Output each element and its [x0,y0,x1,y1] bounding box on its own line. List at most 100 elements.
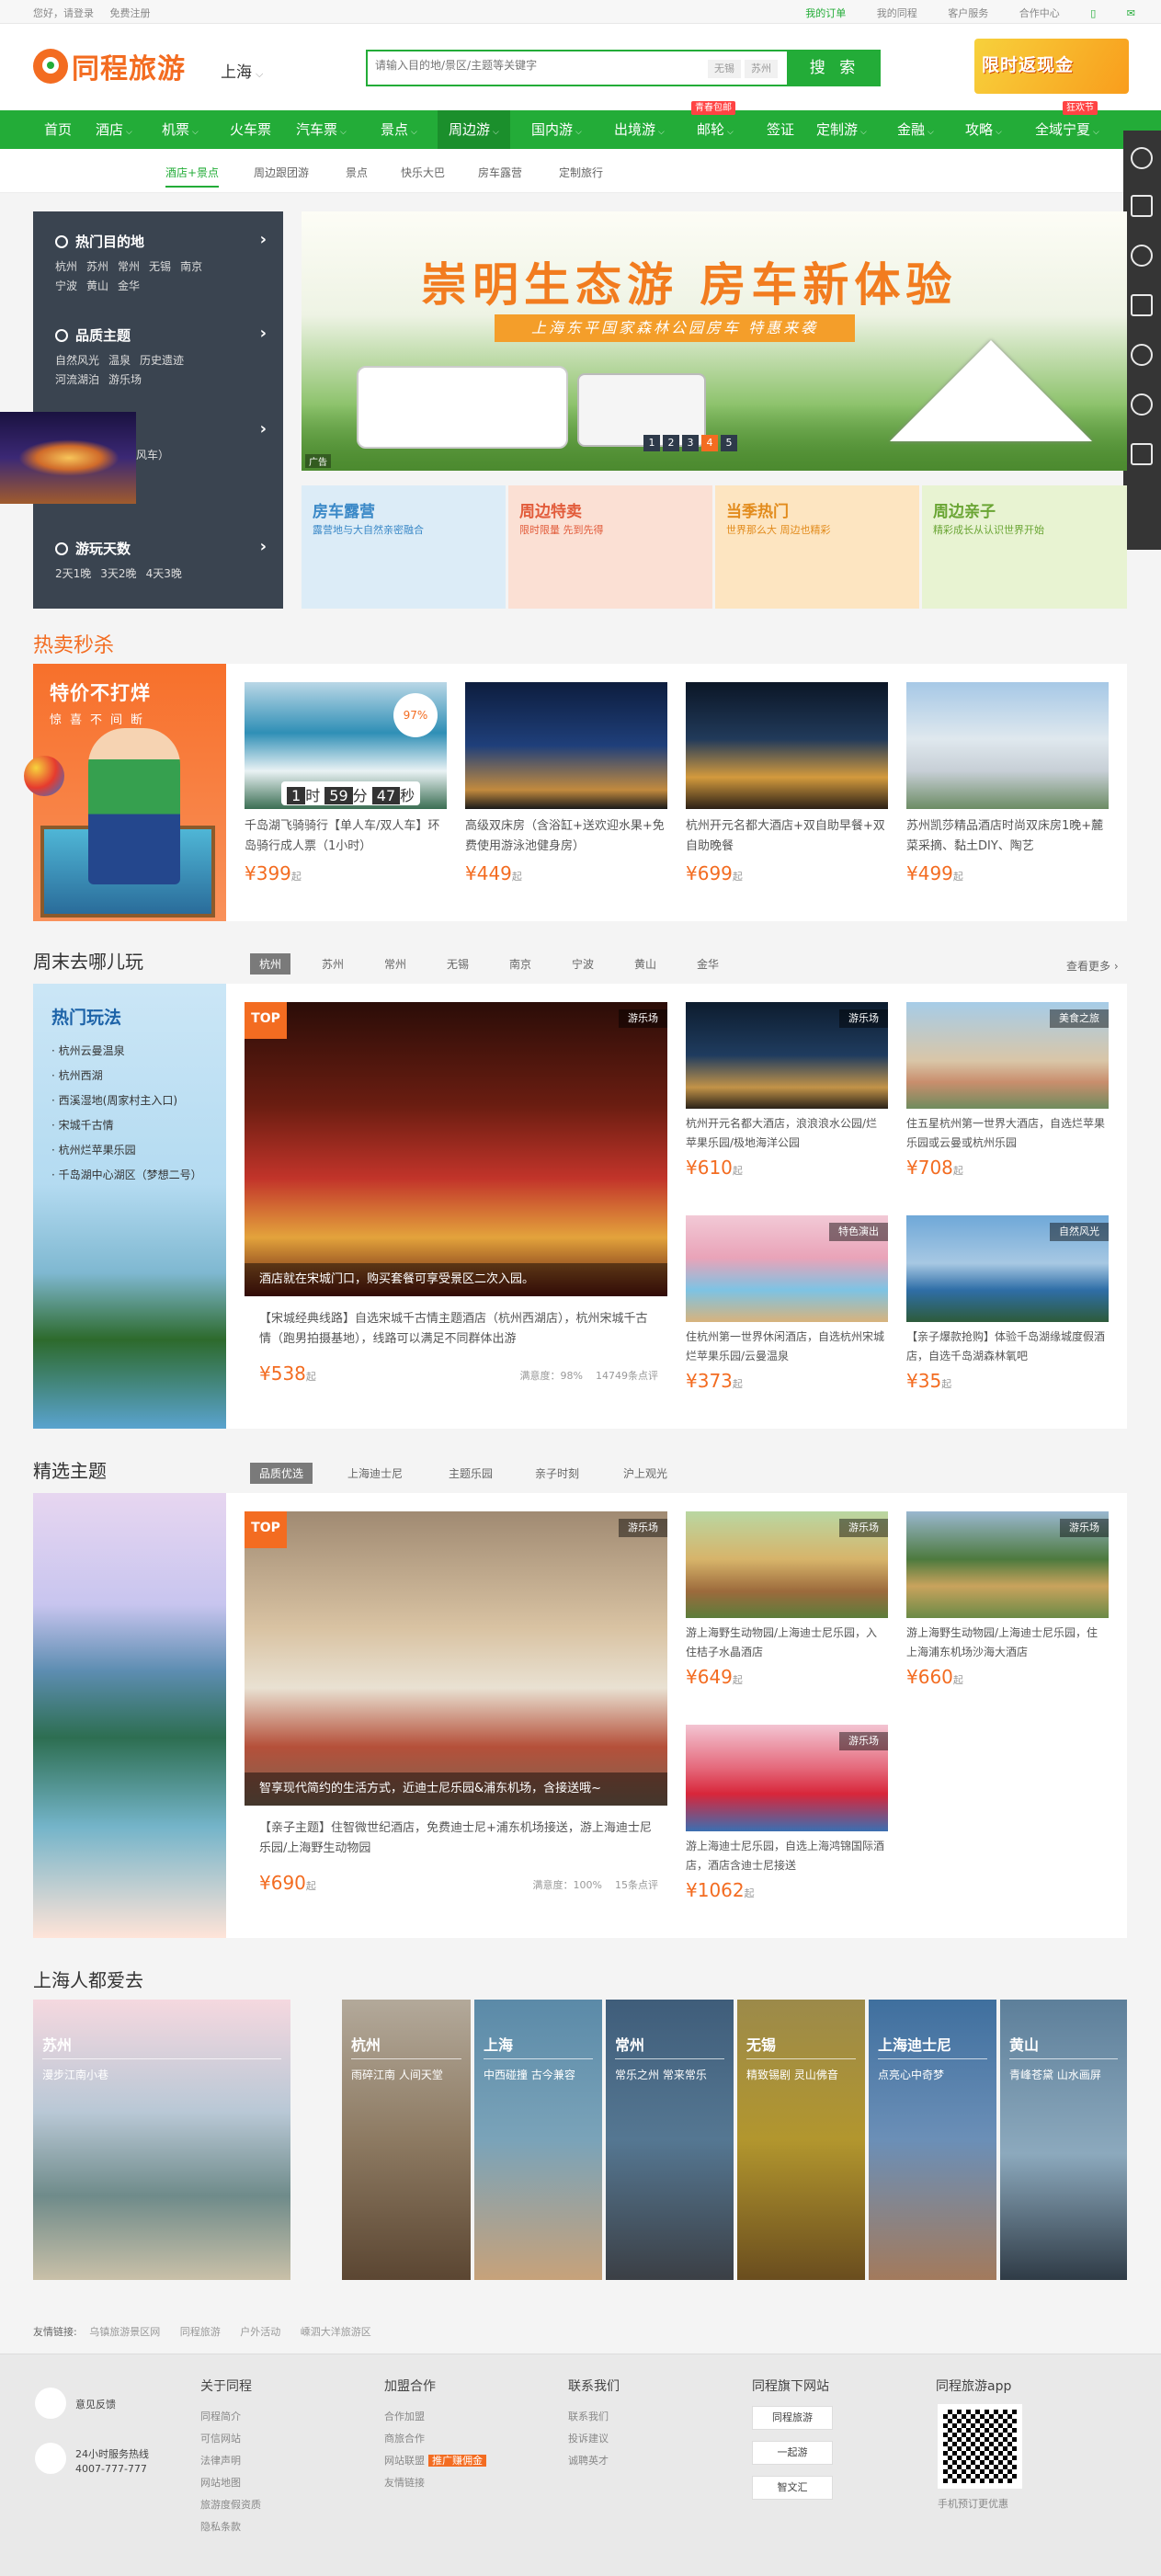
tab-changzhou[interactable]: 常州 [384,956,406,972]
list-item[interactable]: · 千岛湖中心湖区（梦想二号） [51,1167,202,1182]
nav-attractions[interactable]: 景点 ⌵ [381,110,417,149]
subnav-rv-camping[interactable]: 房车露营 [478,165,522,180]
feedback-link[interactable]: 意见反馈 [75,2397,116,2411]
nav-hotel[interactable]: 酒店 ⌵ [96,110,132,149]
tab-disney[interactable]: 上海迪士尼 [347,1465,403,1481]
list-item[interactable]: · 西溪湿地(周家村主入口) [51,1092,202,1108]
city-card-disney[interactable]: 上海迪士尼 点亮心中奇梦 [869,2000,996,2280]
category-hot-destinations[interactable]: 热门目的地 杭州苏州常州无锡南京宁波黄山金华 [55,230,267,297]
banner-page-dot[interactable]: 1 [643,435,660,451]
product-name[interactable]: 住五星杭州第一世界大酒店，自选烂苹果乐园或云曼或杭州乐园 [906,1114,1109,1153]
category-link[interactable]: 2天1晚 [55,565,91,581]
brand-logo-zhiwenhui[interactable]: 智文汇 [752,2476,833,2500]
tab-hangzhou[interactable]: 杭州 [250,953,291,975]
product-name[interactable]: 【亲子主题】住智微世纪酒店，免费迪士尼+浦东机场接送，游上海迪士尼乐园/上海野生… [245,1818,667,1859]
footer-link[interactable]: 同程简介 [200,2406,261,2428]
category-link[interactable]: 温泉 [108,352,131,368]
partner-center-link[interactable]: 合作中心 [1019,7,1060,19]
tab-suzhou[interactable]: 苏州 [322,956,344,972]
product-name[interactable]: 住杭州第一世界休闲酒店，自选杭州宋城烂苹果乐园/云曼温泉 [686,1328,888,1366]
subnav-happy-bus[interactable]: 快乐大巴 [401,165,445,180]
product-card[interactable]: 杭州开元名都大酒店+双自助早餐+双自助晚餐 ¥699起 [686,682,888,884]
nav-custom[interactable]: 定制游 ⌵ [816,110,867,149]
tab-ningbo[interactable]: 宁波 [572,956,594,972]
tab-quality[interactable]: 品质优选 [250,1463,313,1484]
product-card[interactable]: 游乐场 游上海野生动物园/上海迪士尼乐园，入住桔子水晶酒店 ¥649起 [686,1511,888,1688]
hot-sale-promo[interactable]: 特价不打烊 惊喜不间断 [24,664,226,921]
review-count[interactable]: 15条点评 [615,1879,658,1891]
category-link[interactable]: 宁波 [55,278,77,293]
category-days[interactable]: 游玩天数 2天1晚 3天2晚 4天3晚 [55,537,267,585]
footer-link[interactable]: 合作加盟 [384,2406,486,2428]
nav-finance[interactable]: 金融 ⌵ [897,110,934,149]
category-link[interactable]: 苏州 [86,258,108,274]
banner-page-dot[interactable]: 3 [682,435,699,451]
nav-nearby[interactable]: 周边游 ⌵ [438,110,510,149]
banner-page-dot[interactable]: 4 [701,435,718,451]
banner-page-dot[interactable]: 2 [663,435,679,451]
tab-huangshan[interactable]: 黄山 [634,956,656,972]
tab-wuxi[interactable]: 无锡 [447,956,469,972]
product-name[interactable]: 【宋城经典线路】自选宋城千古情主题酒店（杭州西湖店），杭州宋城千古情（跑男拍摄基… [245,1309,667,1350]
customer-service-link[interactable]: 客户服务 [948,7,988,19]
list-item[interactable]: · 杭州西湖 [51,1067,202,1083]
footer-link[interactable]: 联系我们 [568,2406,620,2428]
search-tag[interactable]: 苏州 [745,60,778,78]
product-name[interactable]: 游上海野生动物园/上海迪士尼乐园，住上海浦东机场沙海大酒店 [906,1624,1109,1662]
banner-page-dot[interactable]: 5 [721,435,737,451]
star-icon[interactable] [1131,195,1153,217]
product-card[interactable]: 苏州凯莎精品酒店时尚双床房1晚+麓菜采摘、黏土DIY、陶艺 ¥499起 [906,682,1109,884]
category-link[interactable]: 4天3晚 [146,565,182,581]
nav-ningxia[interactable]: 狂欢节 全域宁夏 ⌵ [1035,101,1099,149]
logo[interactable]: 同程旅游 [33,46,186,86]
city-card-wuxi[interactable]: 无锡 精致锡剧 灵山佛音 [737,2000,865,2280]
product-name[interactable]: 高级双床房（含浴缸+送欢迎水果+免费使用游泳池健身房） [465,816,667,857]
subnav-custom-travel[interactable]: 定制旅行 [559,165,603,180]
nav-train[interactable]: 火车票 [230,110,271,149]
nav-cruise[interactable]: 青春包邮 邮轮 ⌵ [691,101,735,149]
category-link[interactable]: 黄山 [86,278,108,293]
list-item[interactable]: · 杭州云曼温泉 [51,1043,202,1058]
list-item[interactable]: · 宋城千古情 [51,1117,202,1133]
product-name[interactable]: 苏州凯莎精品酒店时尚双床房1晚+麓菜采摘、黏土DIY、陶艺 [906,816,1109,857]
mini-banner-rv[interactable]: 房车露营 露营地与大自然亲密融合 [302,485,506,609]
mini-banner-sale[interactable]: 周边特卖 限时限量 先到先得 [508,485,712,609]
category-link[interactable]: 南京 [180,258,202,274]
my-trips-link[interactable]: 我的同程 [877,7,917,19]
product-name[interactable]: 千岛湖飞骑骑行【单人车/双人车】环岛骑行成人票（1小时） [245,816,447,857]
nav-bus[interactable]: 汽车票 ⌵ [296,110,347,149]
footer-link[interactable]: 投诉建议 [568,2428,620,2450]
category-link[interactable]: 自然风光 [55,352,99,368]
wechat-icon[interactable]: ✉ [1127,7,1135,19]
category-link[interactable]: 游乐场 [108,371,142,387]
product-card[interactable]: 游乐场 游上海野生动物园/上海迪士尼乐园，住上海浦东机场沙海大酒店 ¥660起 [906,1511,1109,1688]
subnav-group-tour[interactable]: 周边跟团游 [254,165,309,180]
tab-nanjing[interactable]: 南京 [509,956,531,972]
mini-banner-season[interactable]: 当季热门 世界那么大 周边也精彩 [715,485,919,609]
product-name[interactable]: 杭州开元名都大酒店，浪浪浪水公园/烂苹果乐园/极地海洋公园 [686,1114,888,1153]
tab-jinhua[interactable]: 金华 [697,956,719,972]
nav-domestic[interactable]: 国内游 ⌵ [531,110,582,149]
my-orders-link[interactable]: 我的订单 [805,7,846,19]
category-link[interactable]: 3天2晚 [100,565,136,581]
list-item[interactable]: · 杭州烂苹果乐园 [51,1142,202,1157]
product-card[interactable]: 游乐场 游上海迪士尼乐园，自选上海鸿锦国际酒店，酒店含迪士尼接送 ¥1062起 [686,1725,888,1901]
nav-guides[interactable]: 攻略 ⌵ [965,110,1002,149]
product-card[interactable]: 97% 1时 59 分 47 秒 千岛湖飞骑骑行【单人车/双人车】环岛骑行成人票（1… [245,682,447,884]
view-more-link[interactable]: 查看更多 › [1066,958,1119,974]
product-card[interactable]: 游乐场 杭州开元名都大酒店，浪浪浪水公园/烂苹果乐园/极地海洋公园 ¥610起 [686,1002,888,1179]
product-card[interactable]: 自然风光 【亲子爆款抢购】体验千岛湖缘城度假酒店，自选千岛湖森林氧吧 ¥35起 [906,1215,1109,1392]
footer-link[interactable]: 诚聘英才 [568,2450,620,2472]
friend-link[interactable]: 同程旅游 [180,2326,221,2338]
footer-link[interactable]: 友情链接 [384,2472,486,2494]
wechat-icon[interactable] [1131,393,1153,416]
mobile-icon[interactable]: ▯ [1090,7,1096,19]
login-link[interactable]: 您好，请登录 [33,7,94,19]
category-link[interactable]: 杭州 [55,258,77,274]
qrcode-icon[interactable] [1131,443,1153,465]
city-card-changzhou[interactable]: 常州 常乐之州 常来常乐 [606,2000,734,2280]
feedback-icon[interactable] [35,2388,66,2419]
category-quality-themes[interactable]: 品质主题 自然风光温泉历史遗迹河流湖泊游乐场 [55,324,267,391]
register-link[interactable]: 免费注册 [110,7,151,19]
nav-visa[interactable]: 签证 [767,110,794,149]
